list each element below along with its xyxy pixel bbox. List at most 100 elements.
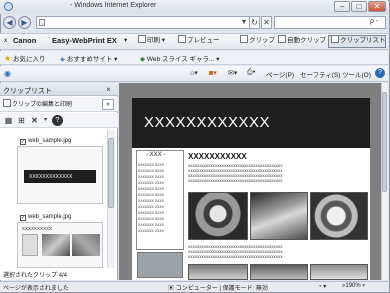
clip-icon (240, 35, 248, 43)
delete-dropdown-icon[interactable]: ▾ (40, 115, 51, 126)
clip-item-2-sidebar (22, 234, 38, 256)
edit-and-print-button[interactable]: クリップの編集と印刷 (3, 99, 73, 110)
close-window-button[interactable]: ✕ (368, 1, 386, 12)
auto-clip-icon (278, 35, 286, 43)
clip-item-2-photo (42, 234, 70, 256)
clip-pane-close-button[interactable]: × (106, 85, 111, 94)
address-dropdown-icon[interactable]: ▾ (240, 16, 248, 29)
safety-menu[interactable]: セーフティ(S) (300, 69, 340, 79)
delete-clip-icon[interactable]: ✕ (29, 115, 40, 126)
stop-button[interactable]: ✕ (261, 16, 272, 29)
minimize-button[interactable]: – (334, 1, 350, 12)
web-slice-icon: ◆ (140, 56, 145, 63)
expand-pane-button[interactable]: » (102, 99, 114, 110)
clip-list-scroll-thumb[interactable] (108, 138, 114, 208)
favorites-button[interactable]: ★ お気に入り (4, 53, 45, 63)
clip-label: クリップ (249, 37, 275, 44)
page-body-text: xxxxxxxxxxxxxxxxxxxxxxxxxxxxxxxxxxxxxxxx… (188, 244, 283, 259)
star-icon: ★ (4, 54, 12, 63)
web-slice-gallery-link[interactable]: ◆ Web スライス ギャラ... ▾ (140, 53, 219, 63)
canon-toolbar-close-button[interactable]: x (4, 35, 7, 47)
search-icon[interactable]: ρ - (370, 18, 378, 25)
clip-button[interactable]: クリップ (240, 35, 275, 47)
page-banner-text: XXXXXXXXXXXX (144, 114, 271, 131)
web-slice-label: Web スライス ギャラ... (146, 56, 215, 63)
clip-item-2-name: web_sample.jpg (28, 214, 72, 220)
mail-icon[interactable]: ✉▾ (228, 69, 237, 77)
body-line: xxxxxxxxxxxxxxxxxxxxxxxxxxxxxxxxxxxxxxxx… (188, 254, 283, 259)
clip-list-button[interactable]: クリップリスト (331, 35, 386, 47)
print-command-icon[interactable]: ⎙▾ (247, 69, 256, 77)
auto-clip-button[interactable]: 自動クリップ (278, 35, 326, 47)
sidebar-line: xxxxxxx xxxx (138, 228, 165, 233)
print-button[interactable]: 印刷 ▾ (138, 35, 165, 47)
selected-clip-count: 選択されたクリップ 4/4 (3, 273, 68, 279)
clip-item-1-banner-text: XXXXXXXXXXXXX (29, 174, 73, 180)
restaurant-photo (250, 192, 308, 240)
page-sidebar-heading: - XXX - (146, 152, 166, 158)
ie-logo-icon (4, 2, 13, 11)
clip-item-1-label[interactable]: ✓ web_sample.jpg (20, 138, 71, 145)
printer-icon (138, 35, 146, 43)
preview-icon (178, 35, 186, 43)
computer-icon: ▣ (168, 286, 175, 292)
clip-item-2-heading-text: XXXXXXXXXX (22, 226, 53, 231)
tools-menu[interactable]: ツール(O) (342, 69, 371, 79)
home-icon[interactable]: ⌂▾ (190, 69, 198, 77)
clip-pane-title: クリップリスト (3, 88, 52, 95)
address-input[interactable] (36, 16, 256, 29)
page-menu[interactable]: ページ(P) (266, 69, 294, 79)
clip-item-2-label[interactable]: ✓ web_sample.jpg (20, 214, 71, 221)
food-photo (188, 192, 248, 240)
checkbox-icon[interactable]: ✓ (20, 139, 26, 145)
product-name: Easy-WebPrint EX (52, 36, 117, 45)
window-title: - Windows Internet Explorer (70, 2, 157, 9)
product-menu-icon[interactable]: ▾ (124, 35, 127, 47)
maximize-button[interactable]: □ (351, 1, 367, 12)
clip-item-1-name: web_sample.jpg (28, 138, 72, 144)
canon-logo: Canon (13, 36, 37, 45)
zoom-control[interactable]: ⌕190% ▾ (342, 283, 365, 290)
help-icon[interactable]: ? (375, 68, 385, 78)
auto-clip-label: 自動クリップ (287, 37, 326, 44)
back-arrow-icon[interactable]: ◀ (3, 16, 16, 29)
zoom-level: 190% (345, 283, 361, 289)
refresh-button[interactable]: ↻ (249, 16, 260, 29)
preview-label: プレビュー (187, 37, 220, 44)
feeds-icon[interactable]: ◙▾ (209, 69, 217, 77)
favorites-label: お気に入り (12, 56, 46, 63)
edit-and-print-label: クリップの編集と印刷 (12, 102, 73, 108)
clip-help-icon[interactable]: ? (52, 115, 63, 126)
security-zone-label: コンピューター | 保護モード: 無効 (175, 286, 268, 292)
title-bar (0, 0, 388, 14)
suggested-sites-label: おすすめサイト (66, 56, 113, 63)
preview-scroll-thumb[interactable] (382, 92, 387, 192)
page-sidebar-text: xxxxxxx xxxx xxxxxxx xxxx xxxxxxx xxxx x… (138, 162, 164, 234)
grid-view-icon[interactable]: ▦ (3, 115, 14, 126)
clip-list-icon (331, 35, 339, 43)
suggested-sites-link[interactable]: ◈ おすすめサイト ▾ (60, 53, 117, 63)
bottom-photo (188, 264, 248, 280)
security-zone[interactable]: ▣ コンピューター | 保護モード: 無効 (168, 283, 268, 292)
page-heading: XXXXXXXXXXX (188, 152, 247, 161)
clip-number (3, 132, 15, 144)
sidebar-image (137, 252, 183, 278)
layout-icon[interactable]: ⊞ (16, 115, 27, 126)
clip-item-2-photo (72, 234, 100, 256)
print-label: 印刷 (147, 37, 160, 44)
body-line: xxxxxxxxxxxxxxxxxxxxxxxxxxxxxxxxxxxxxxxx… (188, 178, 283, 183)
bottom-photo (250, 264, 308, 280)
clip-list-label: クリップリスト (340, 37, 386, 44)
forward-arrow-icon[interactable]: ▶ (18, 16, 31, 29)
suggested-sites-icon: ◈ (60, 56, 65, 63)
page-intro-text: xxxxxxxxxxxxxxxxxxxxxxxxxxxxxxxxxxxxxxxx… (188, 163, 283, 183)
status-settings-icon[interactable]: ◔ ▾ (318, 283, 326, 290)
edit-clip-icon (3, 99, 11, 107)
dish-photo (310, 192, 368, 240)
status-text: ページが表示されました (3, 286, 69, 292)
preview-button[interactable]: プレビュー (178, 35, 220, 47)
page-icon (39, 19, 45, 26)
tab-page-icon[interactable]: ◉ (4, 69, 14, 79)
checkbox-icon[interactable]: ✓ (20, 215, 26, 221)
bottom-photo (310, 264, 368, 280)
